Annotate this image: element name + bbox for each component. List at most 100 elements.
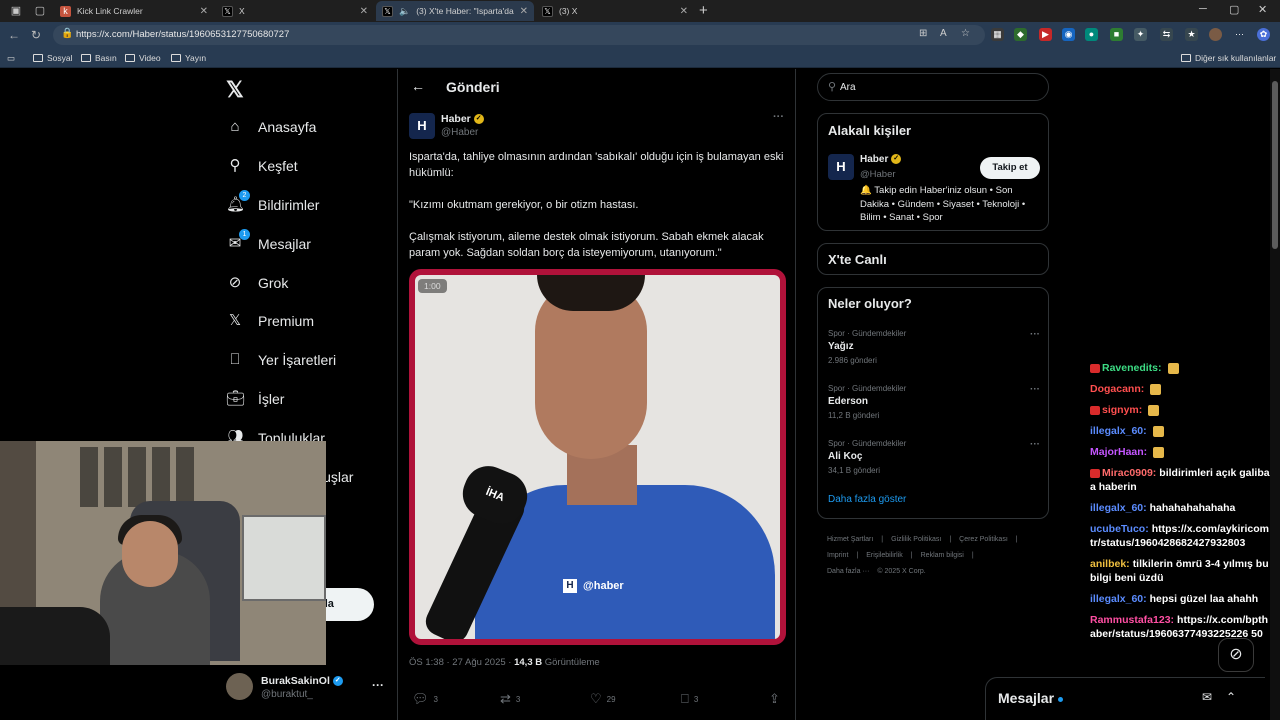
related-name[interactable]: Haber ✓ [860,154,902,165]
bookmark-folder-sosyal[interactable]: Sosyal [33,53,73,63]
briefcase-icon: 💼︎ [226,390,246,407]
video-player[interactable]: İHA H @haber 1:00 [409,269,786,645]
x-live-card[interactable]: X'te Canlı [817,243,1049,275]
more-dots-icon[interactable]: ··· [1030,329,1040,340]
workspaces-icon[interactable]: ▣ [9,4,23,18]
show-more-link[interactable]: Daha fazla göster [828,494,906,505]
app-available-icon[interactable]: ⊞ [919,28,927,39]
share-button[interactable]: ⇪ [769,691,780,707]
sidebar-item-premium[interactable]: 𝕏 Premium [226,309,314,333]
bookmark-folder-yayin[interactable]: Yayın [171,53,206,63]
author-name[interactable]: Haber ✓ [441,113,484,125]
footer-link[interactable]: Gizlilik Politikası [891,536,941,543]
footer-separator: | [971,552,974,559]
trend-category: Spor · Gündemdekiler [828,439,907,448]
close-window-icon[interactable]: ✕ [1258,3,1267,16]
favorites-icon[interactable]: ★ [1185,28,1198,41]
more-dots-icon[interactable]: ··· [1030,439,1040,450]
browser-tab-kick[interactable]: k Kick Link Crawler ✕ [54,1,214,21]
close-tab-icon[interactable]: ✕ [200,6,208,17]
page-scrollbar[interactable] [1270,69,1280,720]
grok-icon[interactable]: ⊘ [1218,638,1254,672]
like-button[interactable]: ♡ 29 [590,691,616,707]
new-tab-button[interactable]: + [699,2,708,19]
back-arrow-icon[interactable]: ← [411,78,425,94]
extension-icon[interactable]: ■ [1110,28,1123,41]
refresh-icon[interactable]: ↻ [31,28,41,42]
more-dots-icon[interactable]: ··· [1030,384,1040,395]
x-logo-icon[interactable]: 𝕏 [226,77,244,103]
copilot-icon[interactable]: ✿ [1257,28,1270,41]
close-tab-icon[interactable]: ✕ [360,6,368,17]
close-tab-icon[interactable]: ✕ [680,6,688,17]
extension-icon[interactable]: ▦ [991,28,1004,41]
extension-icon[interactable]: ◆ [1014,28,1027,41]
moderator-badge-icon [1090,363,1100,373]
browser-tab-active-post[interactable]: 𝕏 🔈 (3) X'te Haber: "Isparta'da, ta ✕ [376,1,534,21]
tab-actions-icon[interactable]: ▢ [33,4,47,18]
extensions-puzzle-icon[interactable]: ✦ [1134,28,1147,41]
related-avatar[interactable]: H [828,154,854,180]
chevron-up-icon[interactable]: ⌃ [1226,690,1236,704]
address-input[interactable]: 🔒 https://x.com/Haber/status/19606531277… [53,25,985,45]
footer-link[interactable]: Reklam bilgisi [921,552,964,559]
menu-dots-icon[interactable]: ··· [1233,28,1246,41]
x-page: 𝕏 ⌂ Anasayfa ⚲ Keşfet 🔔︎ 2 Bildirimler ✉ 1… [0,69,1280,720]
post-column: ← Gönderi H Haber ✓ @Haber ··· Isparta'd… [397,69,796,720]
back-icon[interactable]: ← [8,28,20,42]
trend-item[interactable]: Spor · Gündemdekiler Yağız 2.986 gönderi… [828,329,1040,365]
split-screen-icon[interactable]: ⇆ [1160,28,1173,41]
chat-username: Dogacann: [1090,383,1145,395]
bookmark-tool-icon[interactable]: ▭ [7,53,15,64]
speaker-icon[interactable]: 🔈 [399,6,410,17]
copyright: © 2025 X Corp. [877,568,926,575]
scrollbar-thumb[interactable] [1272,81,1278,249]
sidebar-item-explore[interactable]: ⚲ Keşfet [226,154,298,178]
footer-link[interactable]: Erişilebilirlik [866,552,903,559]
trend-item[interactable]: Spor · Gündemdekiler Ali Koç 34,1 B gönd… [828,439,1040,475]
account-switcher[interactable]: BurakSakinOl ✓ @buraktut_ ··· [226,672,392,702]
browser-tab-x-home[interactable]: 𝕏 (3) X ✕ [536,1,694,21]
trend-item[interactable]: Spor · Gündemdekiler Ederson 11,2 B gönd… [828,384,1040,420]
sidebar-item-jobs[interactable]: 💼︎ İşler [226,387,284,411]
sidebar-item-home[interactable]: ⌂ Anasayfa [226,115,316,139]
bookmark-label: Sosyal [47,53,73,63]
messages-dock[interactable]: Mesajlar ✉ ⌃ [985,677,1265,720]
minimize-icon[interactable]: ─ [1199,3,1207,15]
sidebar-item-bookmarks[interactable]: ⎕ Yer İşaretleri [226,348,336,372]
more-dots-icon[interactable]: ··· [372,678,384,692]
author-avatar[interactable]: H [409,113,435,139]
chat-message: anilbek: tilkilerin ömrü 3-4 yılmış bu bi… [1090,557,1270,585]
footer-link[interactable]: Çerez Politikası [959,536,1008,543]
sidebar-item-notifications[interactable]: 🔔︎ 2 Bildirimler [226,190,319,217]
sidebar-item-messages[interactable]: ✉ 1 Mesajlar [226,229,311,256]
author-handle[interactable]: @Haber [441,127,478,138]
read-aloud-icon[interactable]: A [940,28,947,39]
favorite-star-icon[interactable]: ☆ [961,28,970,39]
browser-tab-x[interactable]: 𝕏 X ✕ [216,1,374,21]
other-bookmarks[interactable]: Diğer sık kullanılanlar [1181,53,1276,63]
search-input[interactable]: ⚲ Ara [817,73,1049,101]
related-handle[interactable]: @Haber [860,169,896,180]
bookmark-folder-basin[interactable]: Basın [81,53,117,63]
repost-button[interactable]: ⇄ 3 [500,691,520,707]
maximize-icon[interactable]: ▢ [1229,3,1239,16]
bookmark-button[interactable]: ⎕ 3 [681,691,698,707]
extension-icon[interactable]: ● [1085,28,1098,41]
footer-link[interactable]: Daha fazla ··· [827,568,869,575]
footer-link[interactable]: Imprint [827,552,848,559]
repost-count: 3 [515,694,521,704]
tab-title: (3) X'te Haber: "Isparta'da, ta [416,6,514,16]
sidebar-item-grok[interactable]: ⊘ Grok [226,271,289,295]
compose-message-icon[interactable]: ✉ [1202,690,1212,704]
bookmark-folder-video[interactable]: Video [125,53,161,63]
extension-icon[interactable]: ◉ [1062,28,1075,41]
reply-button[interactable]: 💬︎ 3 [412,691,438,707]
post-timestamp[interactable]: ÖS 1:38 · 27 Ağu 2025 · [409,657,514,668]
extension-icon[interactable]: ▶ [1039,28,1052,41]
close-tab-icon[interactable]: ✕ [520,6,528,17]
follow-button[interactable]: Takip et [980,157,1040,179]
profile-avatar[interactable] [1209,28,1222,41]
more-dots-icon[interactable]: ··· [773,111,784,123]
footer-link[interactable]: Hizmet Şartları [827,536,873,543]
